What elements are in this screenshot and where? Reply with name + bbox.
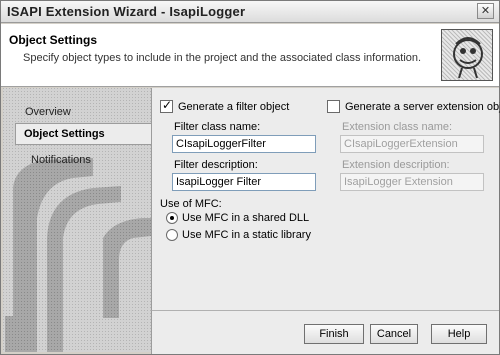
nav-item-object-settings-label: Object Settings bbox=[24, 128, 105, 140]
extension-class-name-label: Extension class name: bbox=[342, 121, 453, 133]
page-title: Object Settings bbox=[9, 33, 98, 47]
close-icon[interactable]: ✕ bbox=[477, 3, 494, 19]
finish-button[interactable]: Finish bbox=[304, 324, 364, 344]
settings-panel: Generate a filter object Generate a serv… bbox=[151, 88, 500, 310]
filter-class-name-label: Filter class name: bbox=[174, 121, 261, 133]
extension-checkbox[interactable] bbox=[327, 100, 340, 113]
extension-description-label: Extension description: bbox=[342, 159, 450, 171]
extension-checkbox-label: Generate a server extension object bbox=[345, 101, 500, 113]
filter-checkbox-label: Generate a filter object bbox=[178, 101, 290, 113]
page-description: Specify object types to include in the p… bbox=[23, 52, 422, 64]
filter-description-input[interactable]: IsapiLogger Filter bbox=[172, 173, 316, 191]
button-bar: Finish Cancel Help bbox=[151, 310, 499, 354]
filter-class-name-input[interactable]: CIsapiLoggerFilter bbox=[172, 135, 316, 153]
wizard-logo-icon bbox=[441, 29, 493, 81]
nav-item-object-settings[interactable]: Object Settings bbox=[15, 123, 151, 145]
wizard-window: ISAPI Extension Wizard - IsapiLogger ✕ O… bbox=[0, 0, 500, 355]
extension-class-name-input[interactable]: CIsapiLoggerExtension bbox=[340, 135, 484, 153]
nav-item-notifications[interactable]: Notifications bbox=[31, 154, 91, 166]
nav-item-overview[interactable]: Overview bbox=[25, 106, 71, 118]
filter-checkbox[interactable] bbox=[160, 98, 173, 113]
help-button[interactable]: Help bbox=[431, 324, 487, 344]
mfc-shared-dll-radio[interactable] bbox=[166, 212, 178, 224]
filter-description-label: Filter description: bbox=[174, 159, 258, 171]
wizard-header: Object Settings Specify object types to … bbox=[1, 24, 499, 87]
window-title: ISAPI Extension Wizard - IsapiLogger bbox=[7, 4, 246, 19]
wizard-nav-pane: Overview Object Settings Notifications bbox=[3, 88, 151, 352]
mfc-static-library-label: Use MFC in a static library bbox=[182, 229, 311, 241]
mfc-static-library-radio[interactable] bbox=[166, 229, 178, 241]
mfc-shared-dll-label: Use MFC in a shared DLL bbox=[182, 212, 310, 224]
extension-description-input[interactable]: IsapiLogger Extension bbox=[340, 173, 484, 191]
cancel-button[interactable]: Cancel bbox=[370, 324, 418, 344]
title-bar: ISAPI Extension Wizard - IsapiLogger ✕ bbox=[1, 1, 499, 23]
mfc-label: Use of MFC: bbox=[160, 198, 222, 210]
